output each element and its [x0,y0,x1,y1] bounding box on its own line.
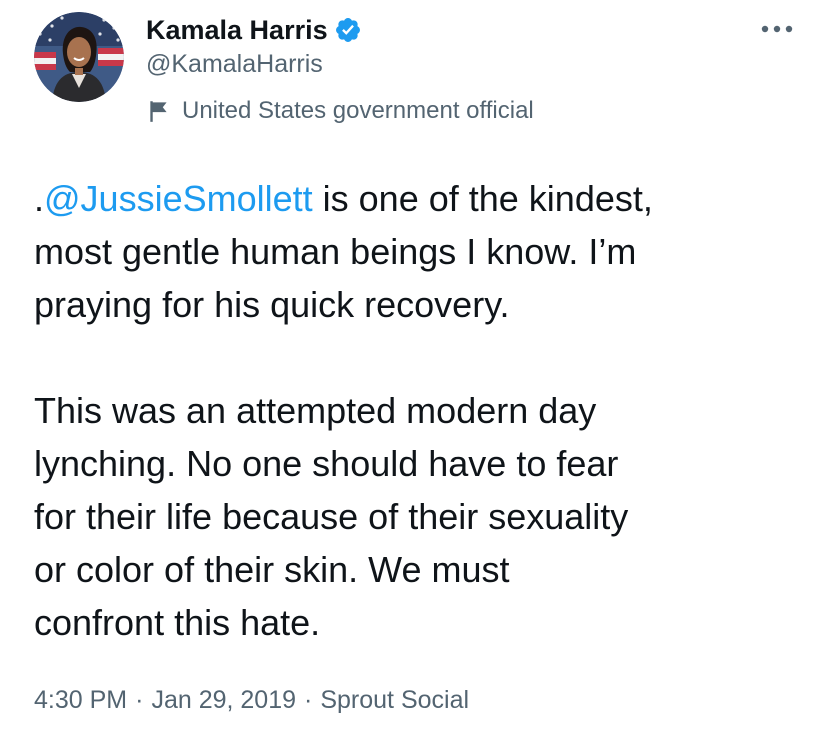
more-options-button[interactable] [756,14,798,44]
affiliation-label: United States government official [146,94,534,128]
tweet-paragraph-1: .@JussieSmollett is one of the kindest, … [34,172,804,331]
avatar[interactable] [34,12,124,102]
tweet-line: lynching. No one should have to fear [34,443,619,484]
more-horizontal-icon [761,25,793,33]
tweet-line: most gentle human beings I know. I’m [34,231,637,272]
tweet-line: praying for his quick recovery. [34,284,510,325]
author-name[interactable]: Kamala Harris [146,15,328,46]
tweet-line: for their life because of their sexualit… [34,496,629,537]
verified-badge-icon [334,16,362,44]
tweet-date[interactable]: Jan 29, 2019 [151,686,296,715]
mention-link[interactable]: @JussieSmollett [44,178,313,219]
meta-separator: · [135,685,144,714]
tweet-line: This was an attempted modern day [34,390,597,431]
tweet-card: Kamala Harris @KamalaHarris United State… [0,0,828,750]
tweet-source[interactable]: Sprout Social [320,686,469,715]
tweet-time[interactable]: 4:30 PM [34,686,127,715]
gov-label-text: United States government official [182,97,534,124]
tweet-text: .@JussieSmollett is one of the kindest, … [34,172,804,649]
author-name-row: Kamala Harris [146,12,362,48]
tweet-line: or color of their skin. We must [34,549,510,590]
flag-icon [146,98,172,124]
tweet-line: confront this hate. [34,602,321,643]
author-handle[interactable]: @KamalaHarris [146,50,323,79]
mention-prefix: . [34,178,45,219]
tweet-metadata: 4:30 PM · Jan 29, 2019 · Sprout Social [34,680,469,720]
tweet-line: is one of the kindest, [312,178,653,219]
avatar-photo [34,12,124,102]
tweet-paragraph-2: This was an attempted modern day lynchin… [34,384,804,649]
meta-separator: · [304,685,313,714]
